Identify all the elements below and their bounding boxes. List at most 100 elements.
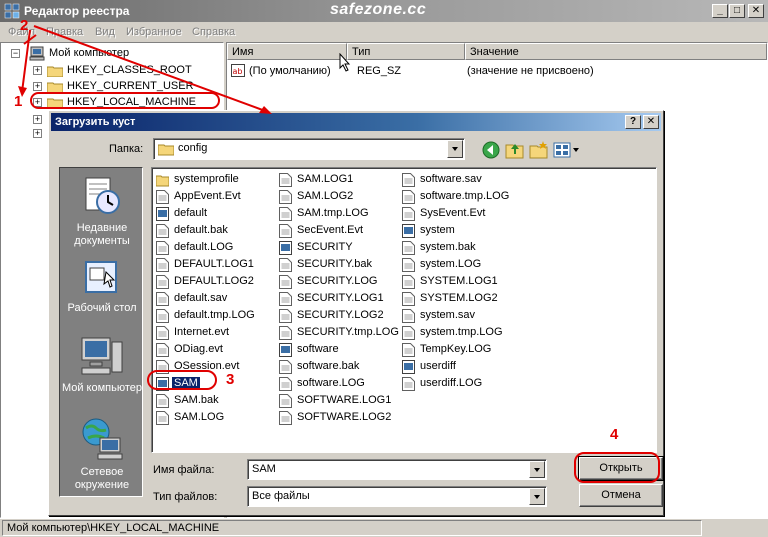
file-item[interactable]: SECURITY.tmp.LOG [279, 325, 399, 341]
help-button[interactable]: ? [625, 115, 641, 129]
file-item[interactable]: SYSTEM.LOG1 [402, 274, 520, 290]
tree-item-hkcr[interactable]: + HKEY_CLASSES_ROOT [33, 63, 213, 78]
highlight-sam-file [147, 370, 217, 390]
file-item[interactable]: ODiag.evt [156, 342, 274, 358]
chevron-down-icon[interactable] [529, 488, 545, 505]
dialog-close-button[interactable]: ✕ [643, 115, 659, 129]
place-desktop[interactable]: Рабочий стол [60, 258, 144, 315]
file-item[interactable]: software [279, 342, 397, 358]
mouse-cursor-icon [339, 53, 351, 72]
file-icon [156, 343, 169, 357]
file-item[interactable]: default.tmp.LOG [156, 308, 274, 324]
file-item[interactable]: software.bak [279, 359, 397, 375]
cancel-button[interactable]: Отмена [579, 484, 663, 507]
expand-icon[interactable]: + [33, 115, 42, 124]
file-icon [279, 394, 292, 408]
up-folder-icon[interactable] [505, 140, 525, 160]
file-name: SECURITY.tmp.LOG [297, 326, 399, 338]
menu-help[interactable]: Справка [192, 26, 235, 38]
view-menu-icon[interactable] [553, 140, 581, 160]
file-icon [402, 207, 415, 221]
file-item[interactable]: SysEvent.Evt [402, 206, 520, 222]
file-item[interactable]: userdiff [402, 359, 520, 375]
chevron-down-icon[interactable] [447, 140, 463, 158]
file-item[interactable]: SOFTWARE.LOG2 [279, 410, 397, 426]
file-item[interactable]: SECURITY.LOG [279, 274, 397, 290]
close-button[interactable]: ✕ [748, 4, 764, 18]
file-item[interactable]: SAM.LOG2 [279, 189, 397, 205]
file-item[interactable]: TempKey.LOG [402, 342, 520, 358]
file-item[interactable]: userdiff.LOG [402, 376, 520, 392]
file-name: software.bak [297, 360, 360, 372]
file-name: software.sav [420, 173, 482, 185]
menu-edit[interactable]: Правка [46, 26, 83, 38]
look-in-combo[interactable]: config [153, 138, 465, 160]
file-item[interactable]: default.sav [156, 291, 274, 307]
tree-item-my-computer[interactable]: − Мой компьютер [11, 46, 211, 61]
file-item[interactable]: SECURITY.LOG2 [279, 308, 397, 324]
annotation-2: 2 [20, 17, 29, 34]
menu-view[interactable]: Вид [95, 26, 115, 38]
file-item[interactable]: SAM.LOG [156, 410, 274, 426]
file-item[interactable]: software.LOG [279, 376, 397, 392]
look-in-value: config [178, 142, 208, 154]
file-item[interactable]: SECURITY [279, 240, 397, 256]
list-item[interactable]: ab (По умолчанию) REG_SZ (значение не пр… [231, 64, 761, 80]
file-item[interactable]: SECURITY.bak [279, 257, 397, 273]
expand-icon[interactable]: + [33, 129, 42, 138]
file-item[interactable]: SAM.bak [156, 393, 274, 409]
file-item[interactable]: SOFTWARE.LOG1 [279, 393, 397, 409]
file-item[interactable]: system [402, 223, 520, 239]
file-list[interactable]: systemprofile AppEvent.Evt default default.… [151, 167, 657, 453]
minimize-button[interactable]: _ [712, 4, 728, 18]
place-network[interactable]: Сетевое окружение [60, 416, 144, 492]
file-icon [402, 173, 415, 187]
file-name: default.sav [174, 292, 228, 304]
file-item[interactable]: SYSTEM.LOG2 [402, 291, 520, 307]
place-recent-documents[interactable]: Недавние документы [60, 174, 144, 248]
filetype-select[interactable]: Все файлы [247, 486, 547, 507]
file-icon [279, 258, 292, 272]
filetype-label: Тип файлов: [153, 491, 218, 503]
file-item[interactable]: default [156, 206, 274, 222]
chevron-down-icon[interactable] [529, 461, 545, 478]
maximize-button[interactable]: □ [729, 4, 745, 18]
back-icon[interactable] [481, 140, 501, 160]
file-item[interactable]: system.LOG [402, 257, 520, 273]
menu-favorites[interactable]: Избранное [126, 26, 182, 38]
column-header-value[interactable]: Значение [465, 43, 767, 60]
file-item[interactable]: Internet.evt [156, 325, 274, 341]
file-item[interactable]: SAM.tmp.LOG [279, 206, 397, 222]
file-name: software [297, 343, 339, 355]
file-item[interactable]: SECURITY.LOG1 [279, 291, 397, 307]
column-header-type[interactable]: Тип [347, 43, 465, 60]
collapse-icon[interactable]: − [11, 49, 20, 58]
folder-icon [156, 175, 169, 187]
filename-field[interactable]: SAM [247, 459, 547, 480]
file-item[interactable]: DEFAULT.LOG2 [156, 274, 274, 290]
file-item[interactable]: SAM.LOG1 [279, 172, 397, 188]
file-item[interactable]: software.tmp.LOG [402, 189, 520, 205]
file-item[interactable]: default.bak [156, 223, 274, 239]
column-header-name[interactable]: Имя [227, 43, 347, 60]
places-bar: Недавние документы Рабочий стол Мой комп… [59, 167, 143, 497]
file-item[interactable]: SecEvent.Evt [279, 223, 397, 239]
file-icon [279, 190, 292, 204]
system-file-icon [279, 241, 292, 255]
file-item[interactable]: system.sav [402, 308, 520, 324]
watermark: safezone.cc [330, 1, 427, 18]
expand-icon[interactable]: + [33, 66, 42, 75]
file-item[interactable]: AppEvent.Evt [156, 189, 274, 205]
new-folder-icon[interactable] [529, 140, 549, 160]
filename-value[interactable]: SAM [252, 463, 276, 475]
file-item[interactable]: default.LOG [156, 240, 274, 256]
file-item[interactable]: system.bak [402, 240, 520, 256]
expand-icon[interactable]: + [33, 82, 42, 91]
file-icon [402, 258, 415, 272]
file-item[interactable]: DEFAULT.LOG1 [156, 257, 274, 273]
file-item[interactable]: system.tmp.LOG [402, 325, 520, 341]
file-item[interactable]: software.sav [402, 172, 520, 188]
place-my-computer[interactable]: Мой компьютер [60, 334, 144, 395]
file-name: userdiff.LOG [420, 377, 483, 389]
folder-item[interactable]: systemprofile [156, 172, 274, 188]
